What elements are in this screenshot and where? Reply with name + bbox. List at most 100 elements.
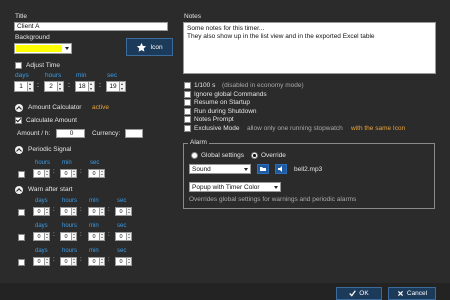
periodic-unit-hours: hours bbox=[35, 160, 51, 166]
adjust-time-checkbox[interactable] bbox=[15, 62, 22, 69]
collapse-chevron-icon[interactable] bbox=[15, 104, 23, 112]
warn-hours-stepper[interactable]: 0 bbox=[60, 207, 77, 216]
option-checkbox[interactable] bbox=[184, 90, 191, 98]
option-checkbox[interactable] bbox=[184, 116, 191, 123]
background-color-picker[interactable] bbox=[14, 43, 72, 54]
ok-button-label: OK bbox=[359, 290, 369, 297]
decrement-icon[interactable] bbox=[45, 173, 49, 178]
warn-unit-days: days bbox=[35, 248, 48, 254]
warn-min-stepper[interactable]: 0 bbox=[88, 207, 105, 216]
option-checkbox[interactable] bbox=[184, 82, 191, 89]
hours-value[interactable]: 2 bbox=[44, 81, 58, 92]
sound-select[interactable]: Sound bbox=[189, 164, 251, 174]
decrement-icon[interactable] bbox=[45, 261, 49, 266]
decrement-icon[interactable] bbox=[45, 236, 49, 241]
warn-sec-value[interactable]: 0 bbox=[115, 232, 127, 241]
min-value[interactable]: 18 bbox=[75, 81, 89, 92]
decrement-icon[interactable] bbox=[72, 173, 76, 178]
ok-button[interactable]: OK bbox=[336, 287, 382, 300]
decrement-icon[interactable] bbox=[89, 87, 94, 92]
warn-sec-value[interactable]: 0 bbox=[115, 257, 127, 266]
override-radio[interactable] bbox=[251, 152, 258, 159]
currency-input[interactable] bbox=[125, 129, 143, 138]
decrement-icon[interactable] bbox=[58, 87, 63, 92]
warn-hours-value[interactable]: 0 bbox=[60, 257, 72, 266]
warn-hours-value[interactable]: 0 bbox=[60, 232, 72, 241]
warn-min-stepper[interactable]: 0 bbox=[88, 257, 105, 266]
periodic-signal-checkbox[interactable] bbox=[18, 171, 25, 178]
decrement-icon[interactable] bbox=[72, 236, 76, 241]
checkmark-icon bbox=[349, 290, 357, 297]
global-settings-radio[interactable] bbox=[191, 152, 198, 159]
collapse-chevron-icon[interactable] bbox=[15, 186, 23, 194]
play-sound-button[interactable] bbox=[275, 164, 287, 174]
warn-days-stepper[interactable]: 0 bbox=[33, 232, 50, 241]
title-input[interactable]: Client A bbox=[14, 22, 168, 31]
option-checkbox[interactable] bbox=[184, 124, 191, 132]
warn-days-value[interactable]: 0 bbox=[33, 207, 45, 216]
warn-sec-stepper[interactable]: 0 bbox=[115, 257, 132, 266]
warn-unit-days: days bbox=[35, 198, 48, 204]
periodic-sec-value[interactable]: 0 bbox=[88, 169, 100, 178]
decrement-icon[interactable] bbox=[45, 211, 49, 216]
amount-per-hour-input[interactable]: 0 bbox=[56, 129, 85, 138]
periodic-hours-stepper[interactable]: 0 bbox=[33, 169, 50, 178]
warn-hours-stepper[interactable]: 0 bbox=[60, 232, 77, 241]
periodic-min-stepper[interactable]: 0 bbox=[60, 169, 77, 178]
sec-value[interactable]: 19 bbox=[106, 81, 120, 92]
warn-days-stepper[interactable]: 0 bbox=[33, 207, 50, 216]
amount-per-hour-label: Amount / h: bbox=[17, 130, 51, 137]
amount-calculator-label: Amount Calculator bbox=[28, 104, 82, 111]
decrement-icon[interactable] bbox=[127, 236, 131, 241]
periodic-hours-value[interactable]: 0 bbox=[33, 169, 45, 178]
separator-colon: : bbox=[53, 232, 55, 238]
warn-row-checkbox[interactable] bbox=[18, 234, 25, 241]
warn-min-value[interactable]: 0 bbox=[88, 207, 100, 216]
warn-sec-value[interactable]: 0 bbox=[115, 207, 127, 216]
calculate-amount-checkbox[interactable] bbox=[15, 117, 22, 124]
browse-folder-button[interactable] bbox=[257, 164, 269, 174]
cancel-button[interactable]: Cancel bbox=[388, 287, 436, 300]
icon-button[interactable]: Icon bbox=[126, 38, 173, 56]
decrement-icon[interactable] bbox=[100, 236, 104, 241]
warn-hours-stepper[interactable]: 0 bbox=[60, 257, 77, 266]
warn-days-value[interactable]: 0 bbox=[33, 232, 45, 241]
decrement-icon[interactable] bbox=[100, 211, 104, 216]
sound-select-value: Sound bbox=[192, 166, 211, 173]
periodic-min-value[interactable]: 0 bbox=[60, 169, 72, 178]
collapse-chevron-icon[interactable] bbox=[15, 146, 23, 154]
warn-sec-stepper[interactable]: 0 bbox=[115, 207, 132, 216]
warn-unit-min: min bbox=[89, 198, 99, 204]
days-stepper[interactable]: 1 bbox=[14, 81, 34, 92]
min-stepper[interactable]: 18 bbox=[75, 81, 95, 92]
warn-sec-stepper[interactable]: 0 bbox=[115, 232, 132, 241]
warn-unit-hours: hours bbox=[62, 223, 78, 229]
decrement-icon[interactable] bbox=[127, 261, 131, 266]
warn-hours-value[interactable]: 0 bbox=[60, 207, 72, 216]
hours-stepper[interactable]: 2 bbox=[44, 81, 64, 92]
decrement-icon[interactable] bbox=[72, 261, 76, 266]
decrement-icon[interactable] bbox=[127, 211, 131, 216]
sec-stepper[interactable]: 19 bbox=[106, 81, 126, 92]
decrement-icon[interactable] bbox=[100, 261, 104, 266]
warn-row-checkbox[interactable] bbox=[18, 259, 25, 266]
option-checkbox[interactable] bbox=[184, 99, 191, 106]
warn-min-stepper[interactable]: 0 bbox=[88, 232, 105, 241]
warn-min-value[interactable]: 0 bbox=[88, 257, 100, 266]
decrement-icon[interactable] bbox=[28, 87, 33, 92]
warn-days-stepper[interactable]: 0 bbox=[33, 257, 50, 266]
warn-days-value[interactable]: 0 bbox=[33, 257, 45, 266]
option-checkbox[interactable] bbox=[184, 107, 191, 115]
decrement-icon[interactable] bbox=[120, 87, 125, 92]
popup-select[interactable]: Popup with Timer Color bbox=[189, 182, 281, 192]
days-value[interactable]: 1 bbox=[14, 81, 28, 92]
decrement-icon[interactable] bbox=[72, 211, 76, 216]
periodic-sec-stepper[interactable]: 0 bbox=[88, 169, 105, 178]
currency-label: Currency: bbox=[92, 130, 121, 137]
speaker-icon bbox=[278, 166, 282, 172]
decrement-icon[interactable] bbox=[100, 173, 104, 178]
notes-textarea[interactable]: Some notes for this timer... They also s… bbox=[183, 22, 436, 74]
warn-unit-min: min bbox=[89, 223, 99, 229]
warn-min-value[interactable]: 0 bbox=[88, 232, 100, 241]
warn-row-checkbox[interactable] bbox=[18, 209, 25, 216]
